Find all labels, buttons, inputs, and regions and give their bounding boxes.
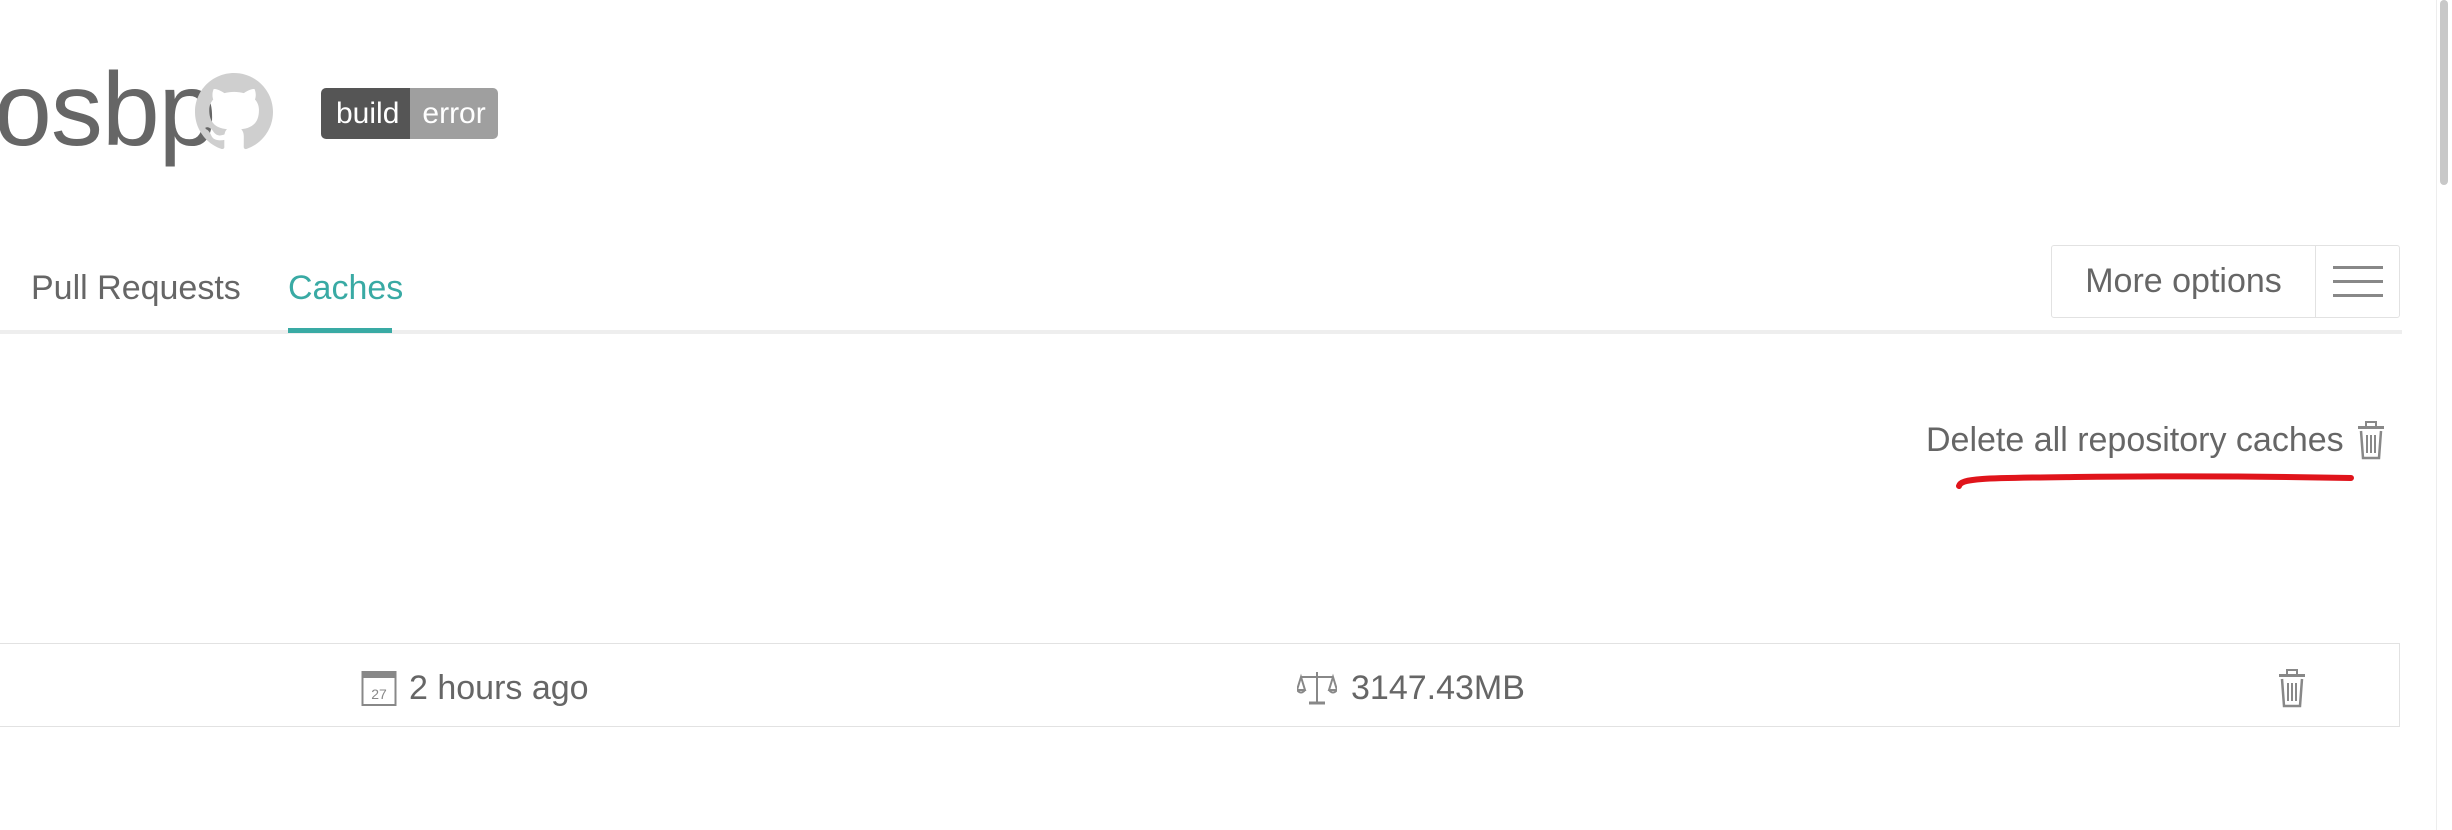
calendar-day: 27: [371, 686, 387, 702]
cache-size: 3147.43MB: [1297, 668, 1525, 708]
trash-icon: [2357, 421, 2384, 460]
cache-date: 27 2 hours ago: [361, 668, 589, 708]
trash-icon: [2279, 669, 2305, 708]
scale-icon: [1297, 672, 1337, 705]
cache-row: [0, 643, 2400, 727]
hamburger-menu-icon[interactable]: [2316, 246, 2399, 317]
delete-all-caches-button[interactable]: Delete all repository caches: [1926, 418, 2386, 462]
cache-date-label: 2 hours ago: [409, 669, 589, 707]
cache-size-label: 3147.43MB: [1351, 669, 1525, 707]
badge-build-label: build: [321, 88, 411, 139]
delete-all-caches-label: Delete all repository caches: [1926, 421, 2344, 459]
repo-title: osbp: [0, 52, 217, 168]
more-options-button[interactable]: More options: [2051, 245, 2400, 318]
active-tab-indicator: [288, 328, 392, 333]
scrollbar-thumb[interactable]: [2440, 0, 2448, 185]
badge-status-label: error: [410, 88, 498, 139]
github-icon[interactable]: [195, 73, 273, 151]
red-underline-annotation: [1956, 473, 2354, 489]
page: osbp build error Pull Requests Caches Mo…: [0, 0, 2452, 830]
calendar-icon: 27: [361, 671, 397, 706]
tab-pull-requests[interactable]: Pull Requests: [31, 266, 241, 310]
delete-cache-button[interactable]: [2277, 668, 2307, 713]
build-status-badge[interactable]: build error: [321, 88, 498, 139]
more-options-label: More options: [2052, 246, 2316, 317]
tab-caches[interactable]: Caches: [288, 266, 403, 310]
